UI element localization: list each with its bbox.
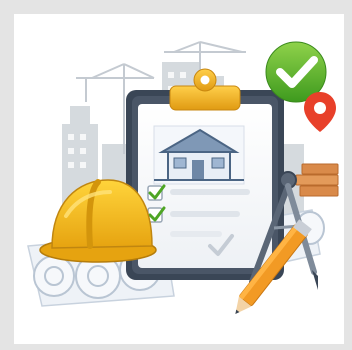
check-icon bbox=[147, 184, 166, 201]
check-icon bbox=[147, 206, 166, 223]
construction-illustration bbox=[27, 41, 339, 315]
house-icon bbox=[153, 125, 245, 185]
illustration-canvas bbox=[14, 14, 344, 344]
brick-stack-icon bbox=[295, 163, 339, 197]
location-pin-icon bbox=[304, 92, 336, 132]
